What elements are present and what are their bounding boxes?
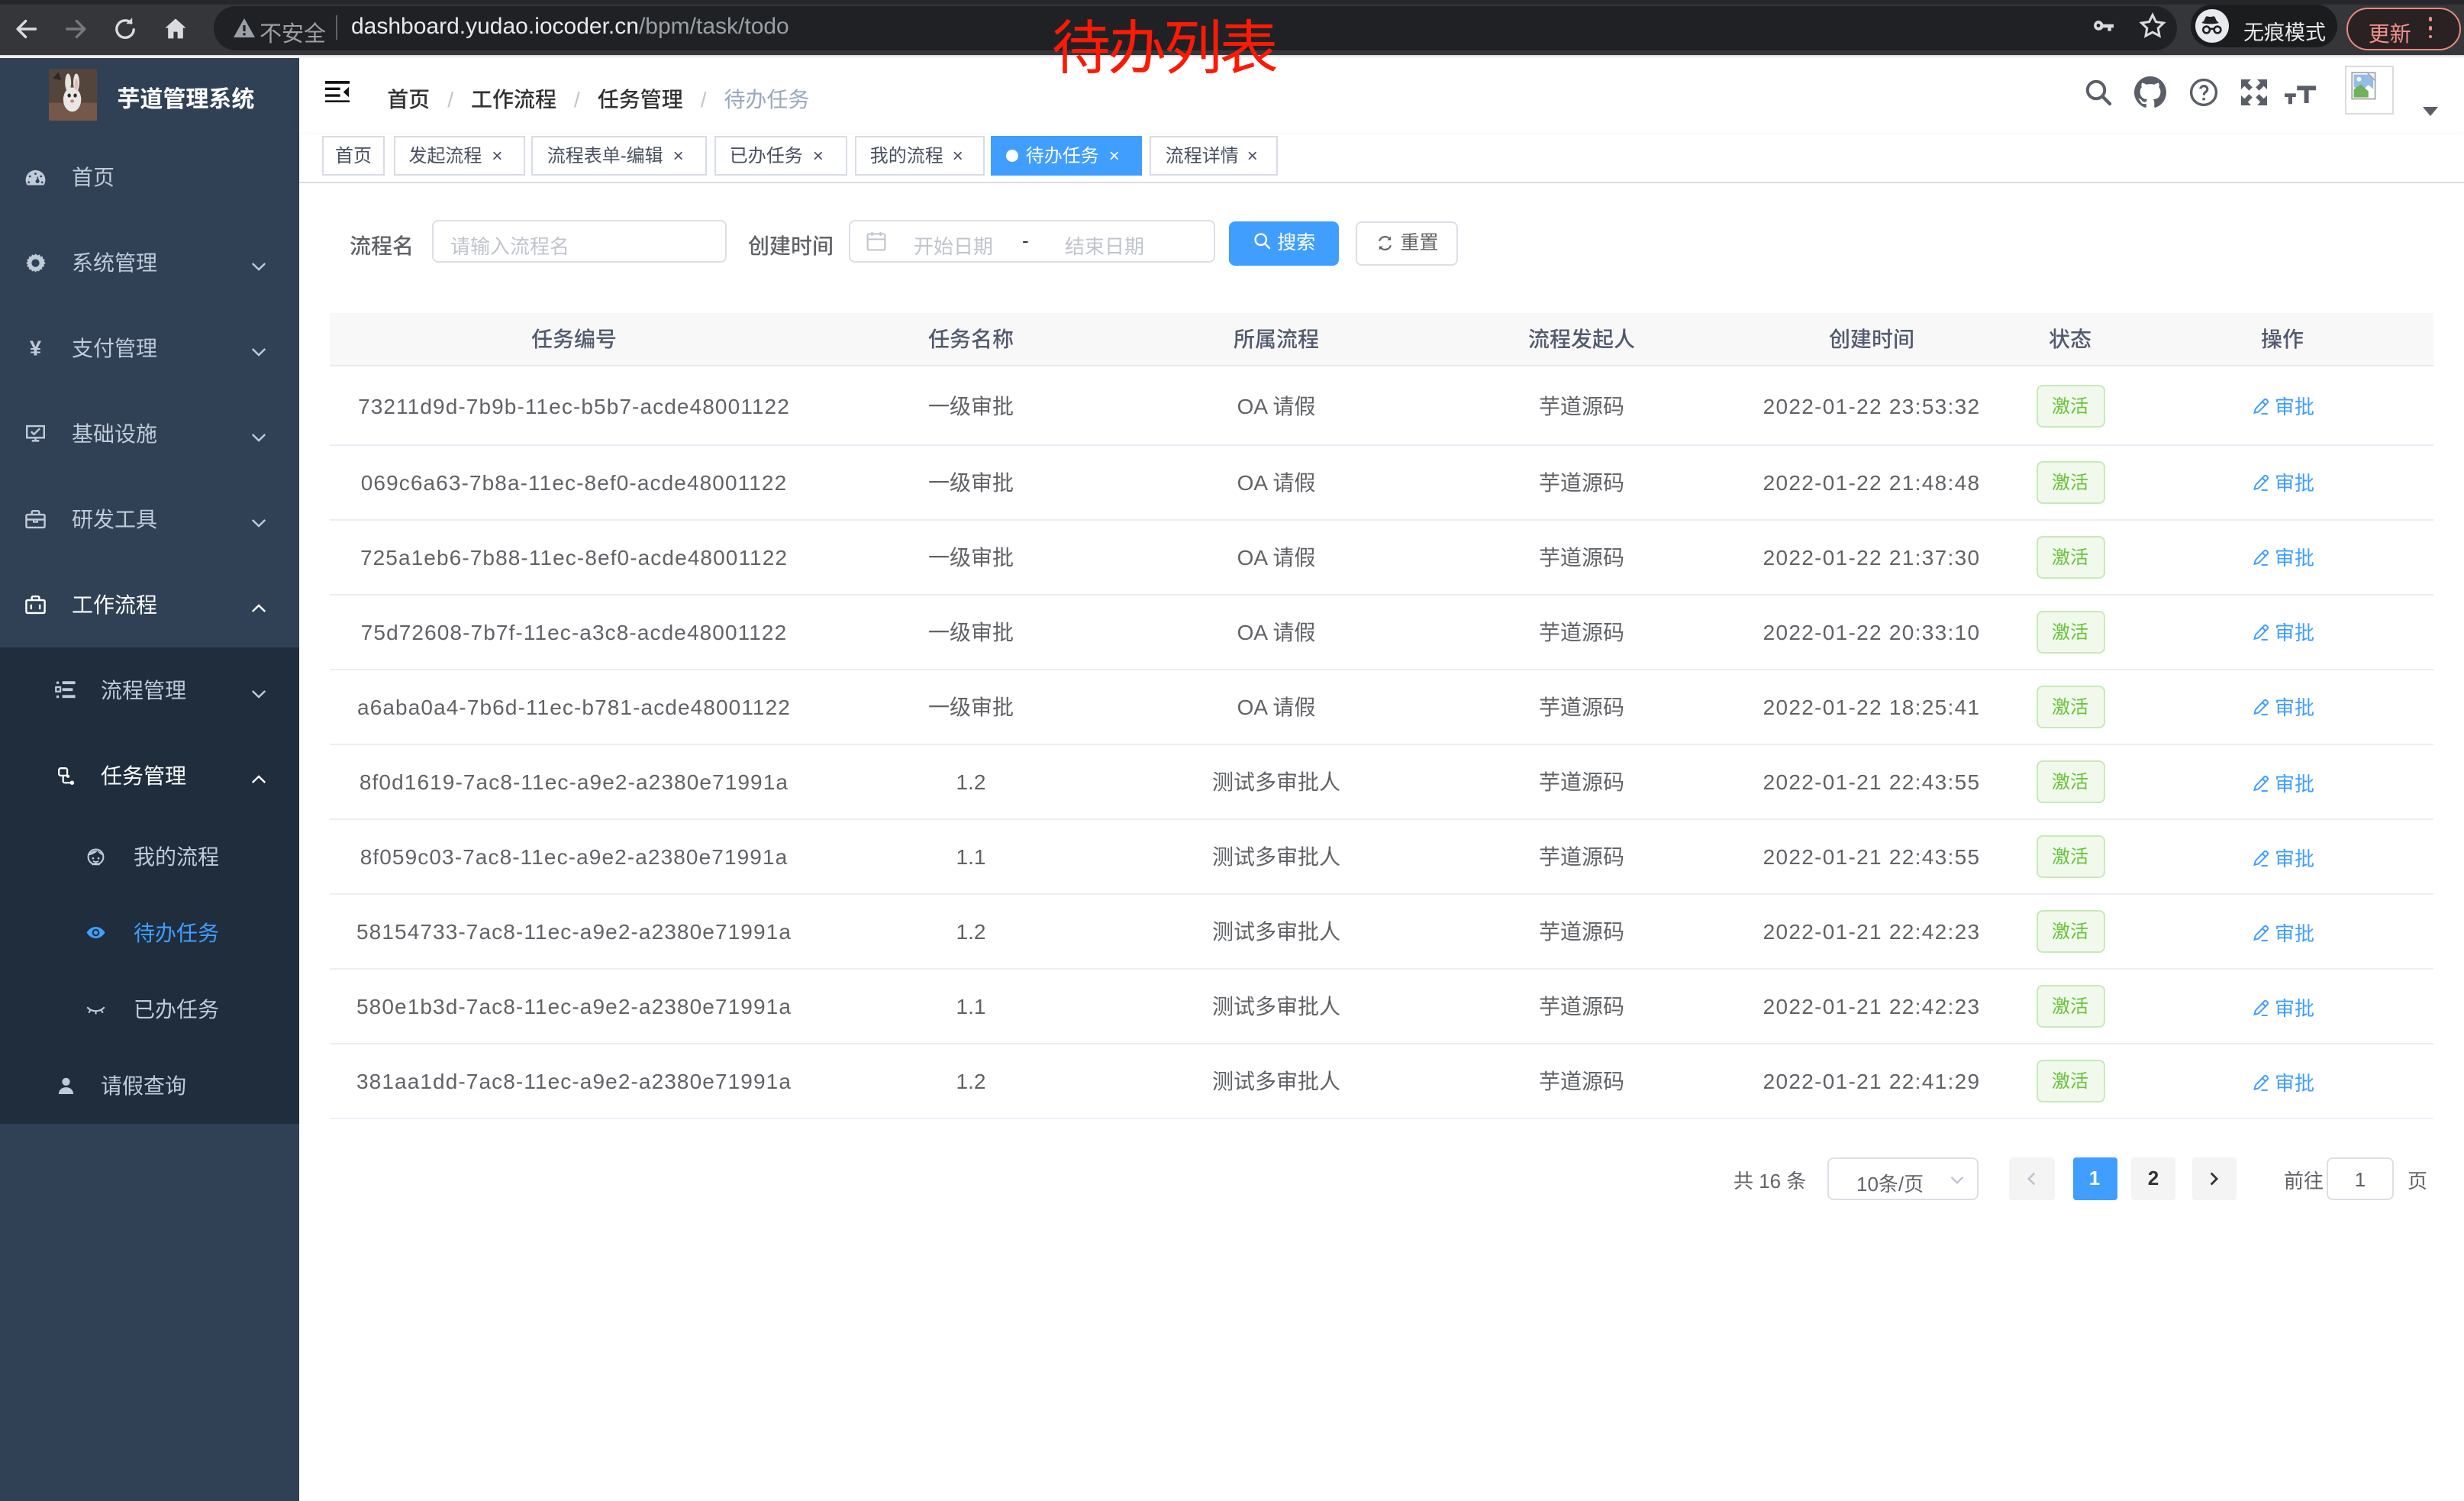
svg-text:¥: ¥ [30, 337, 42, 360]
